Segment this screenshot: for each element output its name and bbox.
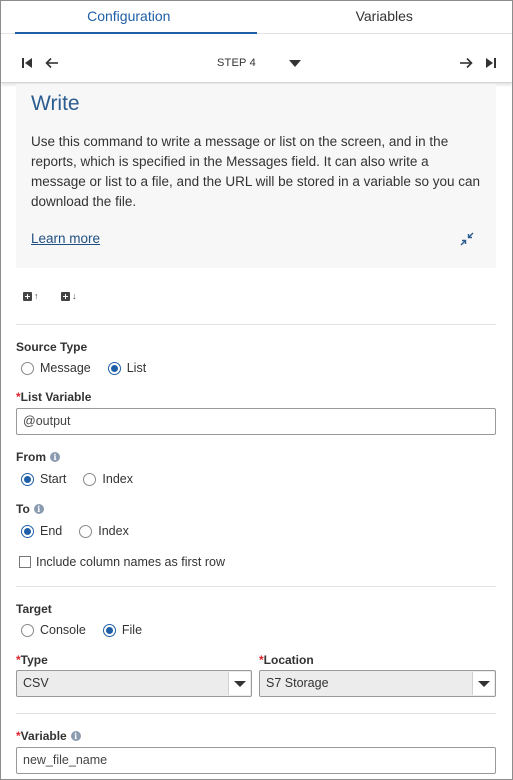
chevron-down-icon[interactable] [472,672,494,695]
info-icon[interactable]: i [33,504,44,514]
target-console-radio[interactable] [21,623,34,637]
tab-variables[interactable]: Variables [257,1,513,33]
to-radio-group: End Index [21,524,146,538]
arrow-down-icon: ↓ [72,291,77,301]
include-column-names-checkbox[interactable] [19,556,31,568]
location-label: * Location [259,653,314,667]
step-label: STEP 4 [217,57,256,69]
divider [16,324,496,325]
type-label-text: Type [20,653,48,667]
from-label: From i [16,450,60,464]
plus-square-icon [23,291,32,301]
from-start-radio[interactable] [21,472,34,486]
to-end-radio[interactable] [21,524,34,538]
list-variable-label-text: List Variable [20,390,92,404]
source-type-label-text: Source Type [16,340,88,354]
type-label: * Type [16,653,48,667]
plus-square-icon [61,291,70,301]
target-file-radio[interactable] [102,623,116,637]
variable-label: * Variable i [16,729,81,743]
from-label-text: From [16,450,46,464]
from-radio-group: Start Index [21,472,150,486]
prev-step-icon[interactable] [44,55,60,71]
last-step-icon[interactable] [483,55,499,71]
info-icon[interactable]: i [70,731,81,741]
source-type-list-radio[interactable] [107,361,121,375]
target-radio-group: Console File [21,623,159,637]
to-end-label[interactable]: End [40,524,62,538]
variable-label-text: Variable [20,729,67,743]
collapse-icon[interactable] [460,232,474,246]
source-type-label: Source Type [16,340,87,354]
write-command-panel: Configuration Variables STEP 4 Write Use… [0,0,513,780]
list-variable-input[interactable]: @output [16,408,496,435]
step-dropdown-caret-icon[interactable] [289,60,301,67]
command-title: Write [31,92,80,115]
learn-more-link[interactable]: Learn more [31,231,100,246]
target-file-label[interactable]: File [122,623,142,637]
source-type-list-label[interactable]: List [127,361,146,375]
target-console-label[interactable]: Console [40,623,86,637]
variable-input[interactable]: new_file_name [16,747,496,774]
include-column-names-row: Include column names as first row [19,555,225,569]
to-label: To i [16,502,44,516]
target-label-text: Target [16,602,52,616]
from-start-label[interactable]: Start [40,472,66,486]
from-index-label[interactable]: Index [102,472,133,486]
divider [16,713,496,714]
step-navigation: STEP 4 [1,43,512,83]
command-description: Use this command to write a message or l… [31,134,480,209]
tab-configuration[interactable]: Configuration [1,1,257,34]
to-index-radio[interactable] [79,524,93,538]
include-column-names-label[interactable]: Include column names as first row [36,555,225,569]
info-icon[interactable]: i [50,452,60,462]
arrow-up-icon: ↑ [34,291,39,301]
location-select[interactable]: S7 Storage [259,670,496,697]
source-type-message-radio[interactable] [21,361,34,375]
first-step-icon[interactable] [19,55,35,71]
to-label-text: To [16,502,30,516]
location-label-text: Location [263,653,314,667]
source-type-message-label[interactable]: Message [40,361,91,375]
from-index-radio[interactable] [83,472,97,486]
add-step-below-button[interactable]: ↓ [61,289,77,303]
next-step-icon[interactable] [458,55,474,71]
type-select-value: CSV [23,676,49,690]
add-step-above-button[interactable]: ↑ [23,289,39,303]
chevron-down-icon[interactable] [228,672,250,695]
to-index-label[interactable]: Index [98,524,129,538]
divider [16,586,496,587]
type-select[interactable]: CSV [16,670,252,697]
command-info-panel: Write Use this command to write a messag… [16,84,496,268]
source-type-radio-group: Message List [21,361,163,375]
location-select-value: S7 Storage [266,676,329,690]
target-label: Target [16,602,52,616]
list-variable-label: * List Variable [16,390,91,404]
tab-bar: Configuration Variables [1,1,512,34]
